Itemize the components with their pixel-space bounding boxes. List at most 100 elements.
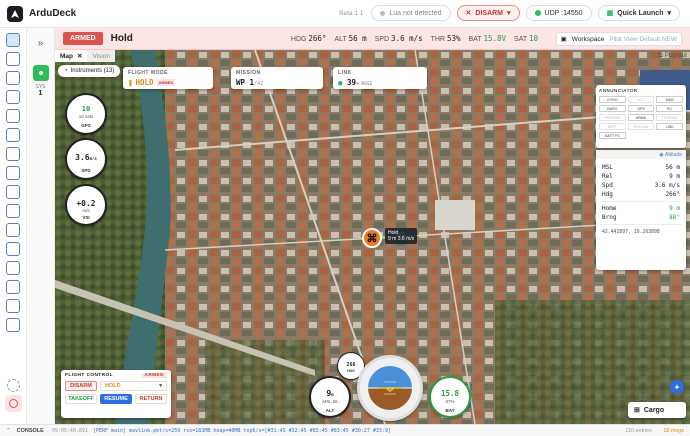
gps-value: 10 xyxy=(81,105,91,113)
collapse-icon[interactable]: » xyxy=(27,38,54,49)
status-dot-icon xyxy=(38,71,43,75)
fc-disarm-button[interactable]: DISARM xyxy=(65,381,97,391)
vsi-gauge: +0.2 m/s VSI xyxy=(65,184,107,226)
annunciator-gyro: GYRO xyxy=(599,96,626,103)
drone-icon: ⌘ xyxy=(366,232,378,245)
altitude-gauge: 9m MSL 56 ALT xyxy=(309,376,351,418)
monitor-icon[interactable] xyxy=(6,280,20,294)
tab-map-label: Map xyxy=(60,52,73,60)
hold-icon: ❚ xyxy=(128,78,133,87)
mode-select-value: HOLD xyxy=(105,383,121,389)
row-msl: MSL 56 m xyxy=(602,164,680,171)
speed-label: SPD xyxy=(81,168,91,173)
console-label: CONSOLE xyxy=(16,427,44,434)
connection-chip[interactable]: UDP :14550 xyxy=(525,5,592,21)
link-status-icon: ● xyxy=(338,78,343,87)
tune-icon[interactable] xyxy=(6,109,20,123)
camera-icon[interactable] xyxy=(6,261,20,275)
console-bar[interactable]: ⌃ CONSOLE 09:05:40.891 [PERF main] mavli… xyxy=(0,424,690,436)
annunciator-mag: MAG xyxy=(656,96,683,103)
battery-value: 15.8 xyxy=(440,389,460,398)
mode-select[interactable]: HOLD ▾ xyxy=(100,381,167,391)
telemetry-strip: HDG 266° ALT 56 m SPD 3.6 m/s THR 53% BA… xyxy=(291,34,538,43)
altitude-value: 9m xyxy=(326,389,334,398)
quick-launch-button[interactable]: ▦ Quick Launch ▾ xyxy=(597,5,680,21)
row-rel: Rel 9 m xyxy=(602,173,680,180)
map-tabs: Map ✕ Vision xyxy=(55,50,116,62)
artificial-horizon-icon xyxy=(368,366,412,410)
disarm-button[interactable]: ✕ DISARM ▾ xyxy=(456,5,520,21)
stop-icon xyxy=(9,399,18,408)
cargo-button[interactable]: ⊞ Cargo xyxy=(628,402,686,418)
flight-mode-tag: ARMED xyxy=(156,79,176,86)
instruments-toggle[interactable]: ◔ Instruments (13) xyxy=(58,65,120,77)
tab-vision[interactable]: Vision xyxy=(87,50,116,62)
map-view[interactable]: Map ✕ Vision ⧉ Pop out ◔ Instruments (13… xyxy=(55,50,690,424)
resume-button[interactable]: RESUME xyxy=(100,394,132,404)
attitude-header[interactable]: ◉ Attitude xyxy=(596,150,686,159)
gauge-icon[interactable] xyxy=(6,147,20,161)
sun-icon[interactable] xyxy=(7,379,20,392)
flight-control-panel: FLIGHT CONTROL ARMED DISARM HOLD ▾ TAKEOF… xyxy=(61,370,171,418)
emergency-stop-button[interactable] xyxy=(5,395,22,412)
workspace-icon: ▣ xyxy=(560,36,567,43)
disarm-label: DISARM xyxy=(475,9,504,17)
help-button[interactable]: ✦ xyxy=(670,380,684,394)
chevron-down-icon: ▾ xyxy=(159,383,162,389)
checklist-icon[interactable] xyxy=(6,185,20,199)
sys-id: 1 xyxy=(38,90,43,97)
map-icon[interactable] xyxy=(6,52,20,66)
status-bar: ARMED Hold HDG 266° ALT 56 m SPD 3.6 m/s… xyxy=(55,28,690,50)
vsi-value: +0.2 xyxy=(76,199,96,208)
system-bar: » SYS 1 xyxy=(27,28,55,424)
battery-label: BAT xyxy=(445,408,455,413)
workspace-selector[interactable]: ▣ Workspace Pilot View Default NEW xyxy=(555,32,682,46)
mission-header: MISSION xyxy=(236,70,261,76)
vehicle-status-button[interactable] xyxy=(32,65,49,81)
chevron-up-icon[interactable]: ⌃ xyxy=(6,428,11,434)
altitude-sub: MSL 56 xyxy=(322,399,338,404)
telem-spd: SPD 3.6 m/s xyxy=(374,34,423,43)
annunciator-header: ANNUNCIATOR xyxy=(599,88,638,93)
takeoff-button[interactable]: TAKEOFF xyxy=(65,394,97,404)
console-msgs: 18 msgs xyxy=(663,427,684,434)
return-button[interactable]: RETURN xyxy=(135,394,167,404)
chart-icon[interactable] xyxy=(6,90,20,104)
lua-status-chip[interactable]: Lua not detected xyxy=(371,5,451,21)
gps-label: GPS xyxy=(81,123,91,128)
battery-icon[interactable] xyxy=(6,166,20,180)
disarm-icon: ✕ xyxy=(465,10,472,17)
vsi-label: VSI xyxy=(82,215,90,220)
close-icon[interactable]: ✕ xyxy=(77,52,82,60)
speed-gauge: 3.6m/s SPD xyxy=(65,138,107,180)
gear-icon[interactable] xyxy=(6,223,20,237)
tab-map[interactable]: Map ✕ xyxy=(55,50,88,62)
dashboard-icon[interactable] xyxy=(6,33,20,47)
cube-icon[interactable] xyxy=(6,299,20,313)
shield-icon[interactable] xyxy=(6,128,20,142)
document-icon[interactable] xyxy=(6,318,20,332)
attitude-panel: ◉ Attitude MSL 56 m Rel 9 m Spd 3.6 m/s Hdg… xyxy=(596,150,686,270)
sliders-icon[interactable] xyxy=(6,242,20,256)
annunciator-prearm: PREARM xyxy=(599,114,626,121)
battery-gauge: 15.8 97% BAT xyxy=(429,376,471,418)
telem-thr: THR 53% xyxy=(430,34,461,43)
annunciator-armd: ARMD xyxy=(627,114,655,121)
popout-icon: ⧉ xyxy=(658,52,663,59)
top-bar: ArduDeck Beta 1.1 Lua not detected ✕ DIS… xyxy=(0,0,690,28)
telem-sat: SAT 10 xyxy=(514,34,538,43)
left-sidebar xyxy=(0,28,27,424)
popout-button[interactable]: ⧉ Pop out xyxy=(658,52,687,60)
grid-icon: ▦ xyxy=(606,10,614,17)
cloud-icon[interactable] xyxy=(6,204,20,218)
plan-icon[interactable] xyxy=(6,71,20,85)
armed-badge: ARMED xyxy=(63,32,103,45)
console-time: 09:05:40.891 xyxy=(51,427,88,434)
altitude-label: ALT xyxy=(325,408,335,413)
annunciator-gps: GPS xyxy=(627,105,655,112)
link-header: LINK xyxy=(338,70,352,76)
vehicle-marker[interactable]: ⌘ xyxy=(362,228,382,248)
link-value: ● 39% RSSI xyxy=(338,78,373,87)
cargo-icon: ⊞ xyxy=(634,407,640,414)
quick-launch-label: Quick Launch xyxy=(617,9,664,17)
